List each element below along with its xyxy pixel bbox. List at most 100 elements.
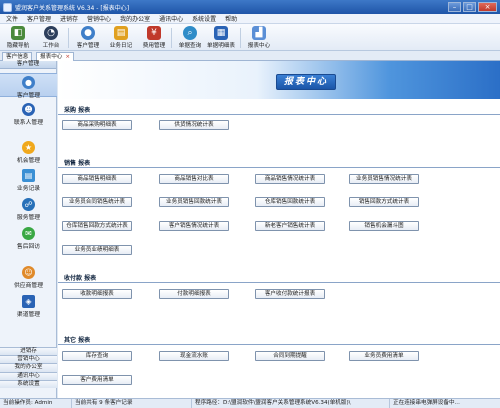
toolbar-workbench[interactable]: ◔ 工作台 xyxy=(35,26,67,49)
sidebar-item-opportunity[interactable]: ★ 机会管理 xyxy=(0,141,57,164)
section-title: 采购 报表 xyxy=(64,107,91,114)
minimize-button[interactable]: – xyxy=(448,2,461,12)
report-button[interactable]: 客户销售情况统计表 xyxy=(159,221,229,231)
sidebar-item-label: 供应商管理 xyxy=(14,283,43,289)
status-program-path: 程序路径：D:\盟润软件\盟润客户关系管理系统V6.34(单机版)\ xyxy=(192,399,390,408)
report-button[interactable]: 供货情况统计表 xyxy=(159,120,229,130)
section-divider xyxy=(58,167,500,168)
toolbar-customer[interactable]: ● 客户管理 xyxy=(72,26,104,49)
menu-communication[interactable]: 通讯中心 xyxy=(159,14,183,23)
toolbar-label: 费用管理 xyxy=(142,43,166,49)
report-button[interactable]: 仓库销售回款方式统计表 xyxy=(62,221,132,231)
menu-inventory[interactable]: 进销存 xyxy=(60,14,78,23)
report-button[interactable]: 商品销售对比表 xyxy=(159,174,229,184)
report-button[interactable]: 销售机会漏斗图 xyxy=(349,221,419,231)
contact-icon: ☻ xyxy=(22,103,35,116)
sidebar-item-label: 联系人管理 xyxy=(14,120,43,126)
report-icon: ▟ xyxy=(252,26,266,40)
maximize-button[interactable]: □ xyxy=(463,2,476,12)
sidebar-module-inventory[interactable]: 进销存 xyxy=(0,347,57,356)
document-tabs: 客户信息 报表中心 × xyxy=(0,51,500,61)
customer-icon: ● xyxy=(22,76,35,89)
report-button[interactable]: 新老客户销售统计表 xyxy=(255,221,325,231)
workbench-icon: ◔ xyxy=(44,26,58,40)
status-device: 正在连接串电弹屏设备中... xyxy=(393,400,460,406)
channel-icon: ◈ xyxy=(22,295,35,308)
tab-label: 客户信息 xyxy=(6,54,29,60)
report-button[interactable]: 客户费用清单 xyxy=(62,375,132,385)
report-button[interactable]: 业务员销售回款统计表 xyxy=(159,197,229,207)
tab-report-center[interactable]: 报表中心 × xyxy=(36,52,75,61)
report-button[interactable]: 销售回款方式统计表 xyxy=(349,197,419,207)
sidebar-module-communication[interactable]: 通讯中心 xyxy=(0,371,57,380)
report-button[interactable]: 合同到期提醒 xyxy=(255,351,325,361)
menu-customer[interactable]: 客户管理 xyxy=(27,14,51,23)
tab-customer-info[interactable]: 客户信息 xyxy=(2,52,33,61)
sidebar-item-label: 业务记录 xyxy=(16,186,41,192)
report-button[interactable]: 库存查询 xyxy=(62,351,132,361)
menu-file[interactable]: 文件 xyxy=(6,14,18,23)
toolbar-label: 隐藏导航 xyxy=(6,43,30,49)
section-title: 收付款 报表 xyxy=(64,275,97,282)
sidebar-item-label: 渠道管理 xyxy=(16,312,41,318)
report-button[interactable]: 业务员业绩明细表 xyxy=(62,245,132,255)
report-button[interactable]: 商品销售明细表 xyxy=(62,174,132,184)
expense-icon: ¥ xyxy=(147,26,161,40)
status-operator: 当前操作员: Admin xyxy=(0,399,72,408)
menu-help[interactable]: 帮助 xyxy=(225,14,237,23)
customer-icon: ● xyxy=(81,26,95,40)
sidebar-module-settings[interactable]: 系统设置 xyxy=(0,379,57,388)
sidebar-item-label: 服务管理 xyxy=(16,215,41,221)
report-button[interactable]: 商品销售情况统计表 xyxy=(255,174,325,184)
tab-label: 报表中心 xyxy=(40,54,63,60)
sidebar-item-supplier[interactable]: ☺ 供应商管理 xyxy=(0,266,57,289)
report-banner: 报表中心 xyxy=(58,61,500,99)
supplier-icon: ☺ xyxy=(22,266,35,279)
sidebar-item-channel[interactable]: ◈ 渠道管理 xyxy=(0,295,57,318)
toolbar-diary[interactable]: ▤ 业务日记 xyxy=(105,26,137,49)
visit-icon: ✉ xyxy=(22,227,35,240)
toolbar-expense[interactable]: ¥ 费用管理 xyxy=(138,26,170,49)
sidebar-header: 客户管理 xyxy=(0,61,56,69)
report-button[interactable]: 业务员合同销售统计表 xyxy=(62,197,132,207)
report-button[interactable]: 业务员费用清单 xyxy=(349,351,419,361)
toolbar-hide-nav[interactable]: ◧ 隐藏导航 xyxy=(2,26,34,49)
toolbar-search[interactable]: ⌕ 单据查询 xyxy=(174,26,206,49)
sidebar-item-contact[interactable]: ☻ 联系人管理 xyxy=(0,103,57,126)
report-button[interactable]: 客户收付款统计报表 xyxy=(255,289,325,299)
menu-marketing[interactable]: 营销中心 xyxy=(87,14,111,23)
hide-nav-icon: ◧ xyxy=(11,26,25,40)
report-button[interactable]: 付款明细报表 xyxy=(159,289,229,299)
close-tab-icon[interactable]: × xyxy=(65,54,70,60)
sidebar: 客户管理 ● 客户管理 ☻ 联系人管理 ★ 机会管理 ▤ 业务记录 ☍ 服务管理… xyxy=(0,61,57,398)
section-divider xyxy=(58,282,500,283)
detail-icon: ▦ xyxy=(214,26,228,40)
section-title: 其它 报表 xyxy=(64,337,91,344)
toolbar-label: 单据查询 xyxy=(178,43,202,49)
menu-office[interactable]: 我的办公室 xyxy=(120,14,150,23)
toolbar-detail[interactable]: ▦ 单据明细表 xyxy=(205,26,237,49)
report-button[interactable]: 收款明细报表 xyxy=(62,289,132,299)
report-button[interactable]: 业务员销售情况统计表 xyxy=(349,174,419,184)
sidebar-item-service[interactable]: ☍ 服务管理 xyxy=(0,198,57,221)
report-button[interactable]: 商品采购明细表 xyxy=(62,120,132,130)
section-title: 销售 报表 xyxy=(64,160,91,167)
sidebar-module-marketing[interactable]: 营销中心 xyxy=(0,355,57,364)
toolbar-report[interactable]: ▟ 报表中心 xyxy=(243,26,275,49)
sidebar-item-visit[interactable]: ✉ 售后回访 xyxy=(0,227,57,250)
window-title: 盟润客户关系管理系统 V6.34 - [报表中心] xyxy=(15,4,130,12)
report-button[interactable]: 现金流水账 xyxy=(159,351,229,361)
toolbar-separator xyxy=(171,28,172,48)
close-button[interactable]: × xyxy=(478,2,497,12)
status-bar: 当前操作员: Admin 当前共有 9 条客户记录 程序路径：D:\盟润软件\盟… xyxy=(0,398,500,408)
sidebar-module-office[interactable]: 我的办公室 xyxy=(0,363,57,372)
sidebar-item-label: 售后回访 xyxy=(16,244,41,250)
star-icon: ★ xyxy=(22,141,35,154)
search-icon: ⌕ xyxy=(183,26,197,40)
toolbar-label: 报表中心 xyxy=(247,43,271,49)
report-button[interactable]: 仓库销售回款统计表 xyxy=(255,197,325,207)
sidebar-item-record[interactable]: ▤ 业务记录 xyxy=(0,169,57,192)
menu-settings[interactable]: 系统设置 xyxy=(192,14,216,23)
sidebar-item-customer[interactable]: ● 客户管理 xyxy=(0,73,57,99)
section-divider xyxy=(58,344,500,345)
